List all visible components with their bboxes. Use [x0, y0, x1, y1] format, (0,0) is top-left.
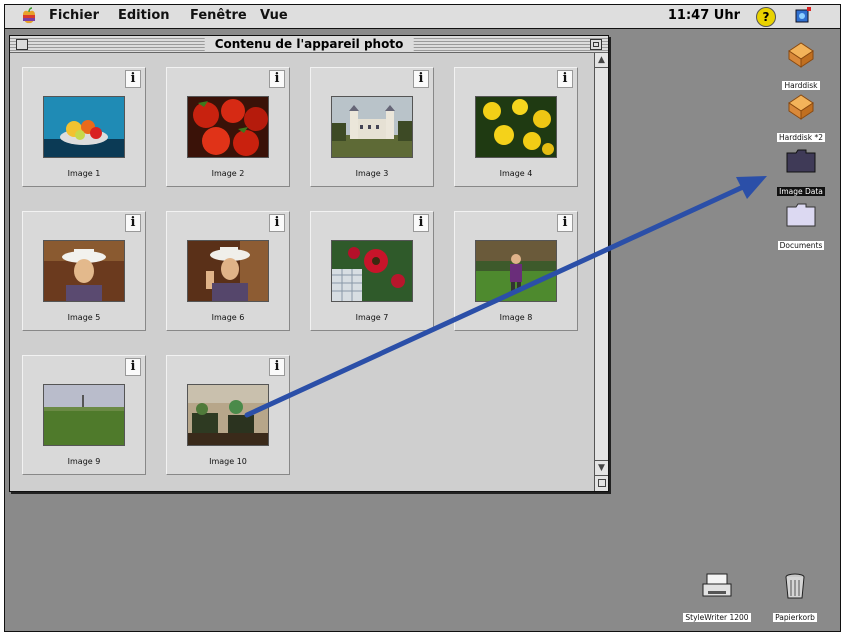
drag-arrow — [244, 176, 767, 418]
desktop: Fichier Edition Fenêtre Vue 11:47 Uhr ? … — [4, 4, 841, 632]
